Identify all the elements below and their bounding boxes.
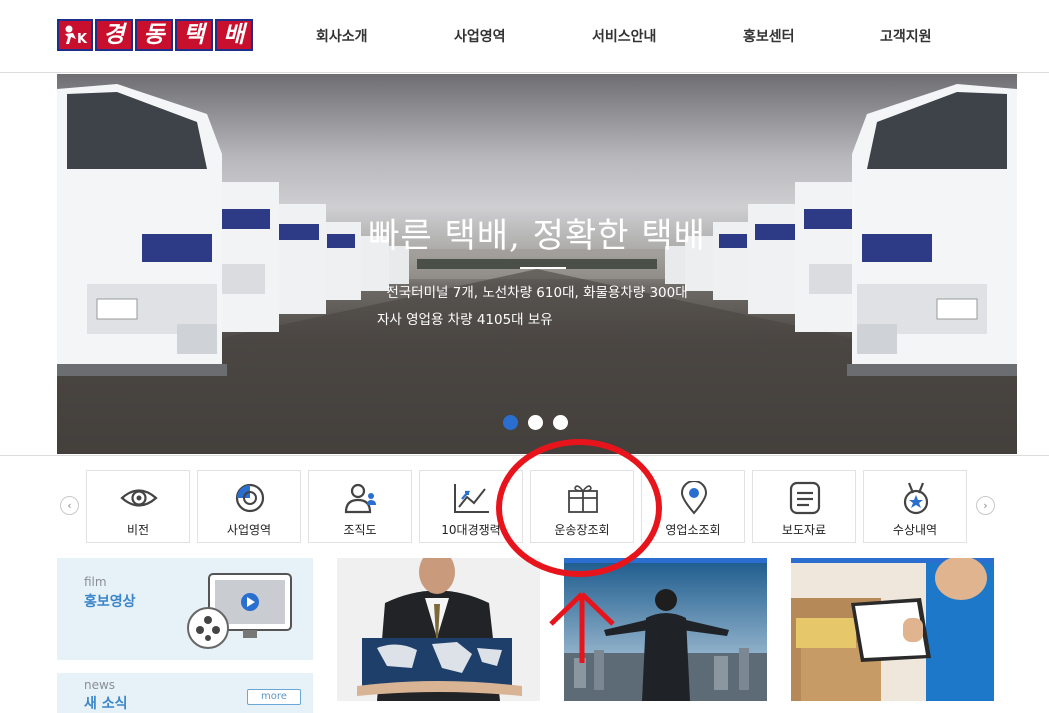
quick-menu-awards[interactable]: 수상내역	[863, 470, 967, 543]
gift-box-icon	[568, 485, 598, 513]
film-label-en: film	[84, 575, 107, 589]
section-divider	[0, 455, 1049, 456]
truck-fleet-image	[57, 84, 1017, 454]
slider-dot-2[interactable]	[528, 415, 543, 430]
hero-banner[interactable]: 빠른 택배, 정확한 택배 전국터미널 7개, 노선차량 610대, 화물용차량…	[57, 74, 1017, 454]
quick-menu-label: 조직도	[343, 523, 377, 537]
hero-subtitle-1: 전국터미널 7개, 노선차량 610대, 화물용차량 300대	[386, 285, 688, 301]
quick-menu-label: 운송장조회	[554, 523, 610, 537]
promo-photo-delivery[interactable]	[791, 558, 994, 701]
news-label-en: news	[84, 678, 116, 692]
quick-menu-press[interactable]: 보도자료	[752, 470, 856, 543]
document-icon	[789, 481, 821, 515]
hero-title: 빠른 택배, 정확한 택배	[368, 216, 706, 256]
delivery-worker-image	[791, 558, 994, 701]
logo-char-1: 경	[95, 19, 133, 51]
site-logo[interactable]: K 경 동 택 배	[57, 19, 253, 51]
quick-menu-label: 10대경쟁력	[441, 523, 501, 537]
film-reel-monitor-icon	[187, 573, 292, 649]
nav-item-company[interactable]: 회사소개	[316, 26, 368, 46]
people-icon	[344, 483, 376, 514]
quick-menu-prev-button[interactable]: ‹	[60, 496, 79, 515]
eye-icon	[120, 489, 158, 507]
quick-menu-next-button[interactable]: ›	[976, 496, 995, 515]
quick-menu-branch-search[interactable]: 영업소조회	[641, 470, 745, 543]
slider-dot-1[interactable]	[503, 415, 518, 430]
logo-char-3: 택	[175, 19, 213, 51]
medal-icon	[903, 482, 929, 515]
nav-item-business[interactable]: 사업영역	[454, 26, 506, 46]
pie-chart-icon	[235, 483, 265, 513]
quick-menu-competitiveness[interactable]: 10대경쟁력	[419, 470, 523, 543]
news-panel: news 새 소식 more	[57, 673, 313, 713]
quick-menu-label: 보도자료	[781, 523, 827, 537]
news-more-button[interactable]: more	[247, 689, 301, 705]
quick-menu-organization[interactable]: 조직도	[308, 470, 412, 543]
man-city-view-image	[564, 558, 767, 701]
site-header: K 경 동 택 배 회사소개 사업영역 서비스안내 홍보센터 고객지원	[0, 0, 1049, 73]
chevron-left-icon: ‹	[67, 499, 72, 512]
quick-menu-tracking[interactable]: 운송장조회	[530, 470, 634, 543]
quick-menu-label: 비전	[126, 523, 150, 537]
location-pin-icon	[680, 481, 708, 515]
logo-emblem-icon: K	[57, 19, 93, 51]
nav-item-services[interactable]: 서비스안내	[592, 26, 656, 46]
quick-menu-label: 수상내역	[892, 523, 938, 537]
slider-dot-3[interactable]	[553, 415, 568, 430]
chevron-right-icon: ›	[983, 499, 988, 512]
news-label-ko: 새 소식	[84, 696, 128, 712]
slider-dots	[503, 415, 568, 430]
hero-divider	[520, 267, 566, 269]
film-label-ko: 홍보영상	[84, 594, 136, 610]
quick-menu-label: 사업영역	[226, 523, 272, 537]
promo-photo-globe[interactable]	[337, 558, 540, 701]
logo-char-4: 배	[215, 19, 253, 51]
trend-chart-icon	[454, 484, 489, 513]
nav-item-support[interactable]: 고객지원	[880, 26, 932, 46]
nav-item-pr-center[interactable]: 홍보센터	[743, 26, 795, 46]
businessman-globe-image	[337, 558, 540, 701]
quick-menu-label: 영업소조회	[665, 523, 721, 537]
logo-char-2: 동	[135, 19, 173, 51]
promo-photo-city[interactable]	[564, 558, 767, 701]
quick-menu-business[interactable]: 사업영역	[197, 470, 301, 543]
hero-subtitle-2: 자사 영업용 차량 4105대 보유	[377, 312, 553, 328]
promo-film-panel[interactable]: film 홍보영상	[57, 558, 313, 660]
svg-text:K: K	[77, 32, 88, 47]
quick-menu-vision[interactable]: 비전	[86, 470, 190, 543]
